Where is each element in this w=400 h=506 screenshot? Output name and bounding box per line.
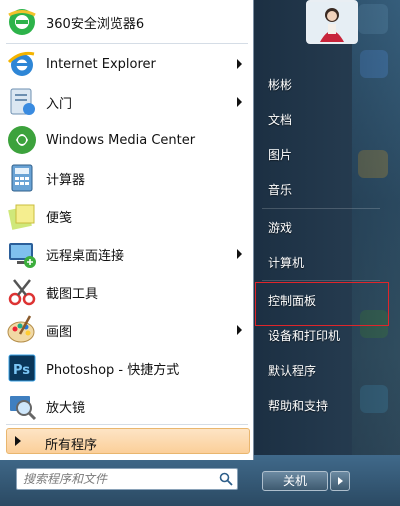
program-label: 计算器 bbox=[46, 172, 86, 188]
program-label: 截图工具 bbox=[46, 286, 99, 302]
program-label: Windows Media Center bbox=[46, 132, 196, 148]
submenu-arrow-icon[interactable] bbox=[237, 325, 242, 335]
360-browser-icon bbox=[6, 6, 38, 38]
program-item-remote-desktop[interactable]: 远程桌面连接 bbox=[6, 236, 250, 272]
media-center-icon bbox=[6, 124, 38, 156]
magnifier-icon bbox=[6, 390, 38, 422]
program-item-internet-explorer[interactable]: Internet Explorer bbox=[6, 46, 250, 82]
program-label: 远程桌面连接 bbox=[46, 248, 125, 264]
program-item-media-center[interactable]: Windows Media Center bbox=[6, 122, 250, 158]
all-programs-divider bbox=[6, 424, 248, 425]
search-icon[interactable] bbox=[219, 472, 233, 486]
program-item-getting-started[interactable]: 入门 bbox=[6, 84, 250, 120]
paint-icon bbox=[6, 314, 38, 346]
right-divider bbox=[262, 208, 380, 209]
default-programs-link[interactable]: 默认程序 bbox=[262, 358, 382, 384]
arrow-right-icon bbox=[15, 436, 21, 446]
program-label: 便笺 bbox=[46, 210, 73, 226]
chevron-right-icon bbox=[338, 477, 343, 485]
submenu-arrow-icon[interactable] bbox=[237, 249, 242, 259]
devices-printers-link[interactable]: 设备和打印机 bbox=[262, 323, 382, 349]
photoshop-icon: Ps bbox=[6, 352, 38, 384]
pinned-divider bbox=[6, 43, 248, 44]
getting-started-icon bbox=[6, 86, 38, 118]
search-input[interactable] bbox=[23, 471, 213, 487]
program-item-magnifier[interactable]: 放大镜 bbox=[6, 388, 250, 424]
help-support-link[interactable]: 帮助和支持 bbox=[262, 393, 382, 419]
games-link[interactable]: 游戏 bbox=[262, 215, 382, 241]
all-programs-button[interactable]: 所有程序 bbox=[6, 428, 250, 454]
program-item-snipping-tool[interactable]: 截图工具 bbox=[6, 274, 250, 310]
music-link[interactable]: 音乐 bbox=[262, 177, 382, 203]
program-label: 放大镜 bbox=[46, 400, 86, 416]
user-avatar[interactable] bbox=[306, 0, 358, 44]
submenu-arrow-icon[interactable] bbox=[237, 59, 242, 69]
program-label: Internet Explorer bbox=[46, 56, 156, 72]
svg-text:Ps: Ps bbox=[13, 363, 30, 378]
submenu-arrow-icon[interactable] bbox=[237, 97, 242, 107]
program-item-paint[interactable]: 画图 bbox=[6, 312, 250, 348]
sticky-notes-icon bbox=[6, 200, 38, 232]
program-label: 360安全浏览器6 bbox=[46, 16, 145, 32]
documents-link[interactable]: 文档 bbox=[262, 107, 382, 133]
program-item-sticky-notes[interactable]: 便笺 bbox=[6, 198, 250, 234]
calculator-icon bbox=[6, 162, 38, 194]
program-item-360-browser[interactable]: 360安全浏览器6 bbox=[6, 4, 250, 40]
snipping-tool-icon bbox=[6, 276, 38, 308]
computer-link[interactable]: 计算机 bbox=[262, 250, 382, 276]
programs-pane: 360安全浏览器6 Internet Explorer 入门 Windows M… bbox=[0, 0, 254, 460]
program-item-photoshop[interactable]: Ps Photoshop - 快捷方式 bbox=[6, 350, 250, 386]
control-panel-highlight bbox=[255, 282, 389, 326]
program-label: 画图 bbox=[46, 324, 73, 340]
shutdown-options-button[interactable] bbox=[330, 471, 350, 491]
right-divider bbox=[262, 280, 380, 281]
search-box[interactable] bbox=[16, 468, 238, 490]
all-programs-label: 所有程序 bbox=[45, 438, 98, 453]
program-item-calculator[interactable]: 计算器 bbox=[6, 160, 250, 196]
pictures-link[interactable]: 图片 bbox=[262, 142, 382, 168]
internet-explorer-icon bbox=[6, 48, 38, 80]
shutdown-button[interactable]: 关机 bbox=[262, 471, 328, 491]
user-folder-link[interactable]: 彬彬 bbox=[262, 72, 382, 98]
remote-desktop-icon bbox=[6, 238, 38, 270]
program-label: 入门 bbox=[46, 96, 73, 112]
program-label: Photoshop - 快捷方式 bbox=[46, 362, 180, 378]
